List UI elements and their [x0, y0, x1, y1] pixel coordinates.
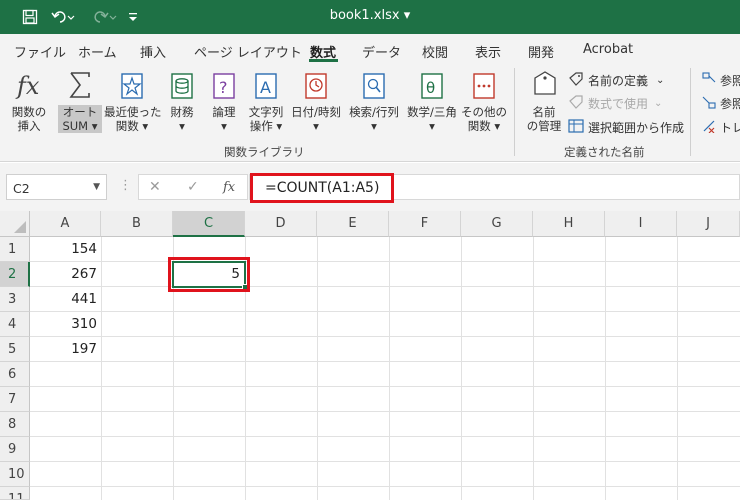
logic-icon: ? [206, 68, 242, 105]
lookup-reference-button[interactable]: 検索/行列 ▾ [346, 68, 402, 133]
sigma-icon [58, 68, 102, 105]
remove-arrows-button[interactable]: トレ [702, 119, 740, 136]
column-header-g[interactable]: G [461, 211, 533, 237]
finance-icon [164, 68, 200, 105]
recently-used-button[interactable]: 最近使った 関数 ▾ [104, 68, 162, 133]
tag-icon [522, 68, 566, 105]
file-name: book1.xlsx [329, 8, 400, 23]
row-header-7[interactable]: 7 [0, 387, 30, 412]
svg-text:θ: θ [426, 79, 435, 97]
row-header-5[interactable]: 5 [0, 337, 30, 362]
column-header-h[interactable]: H [533, 211, 605, 237]
cancel-icon[interactable]: ✕ [149, 179, 161, 195]
logical-button[interactable]: ? 論理 ▾ [206, 68, 242, 133]
math-icon: θ [404, 68, 460, 105]
date-time-button[interactable]: 日付/時刻 ▾ [288, 68, 344, 133]
select-all-button[interactable] [0, 211, 30, 237]
column-header-i[interactable]: I [605, 211, 677, 237]
more-functions-button[interactable]: その他の 関数 ▾ [460, 68, 508, 133]
star-icon [104, 68, 160, 105]
cell-a3[interactable]: 441 [30, 287, 101, 312]
column-header-e[interactable]: E [317, 211, 389, 237]
remove-arrows-icon [702, 119, 716, 136]
tab-home[interactable]: ホーム [78, 42, 117, 61]
highlight-box [168, 257, 250, 292]
chevron-down-icon: ⌄ [656, 75, 665, 86]
formula-text[interactable]: =COUNT(A1:A5) [250, 173, 395, 203]
column-header-c[interactable]: C [173, 211, 245, 237]
tab-insert[interactable]: 挿入 [140, 42, 166, 61]
column-header-f[interactable]: F [389, 211, 461, 237]
text-functions-button[interactable]: A 文字列 操作 ▾ [244, 68, 288, 133]
row-header-3[interactable]: 3 [0, 287, 30, 312]
group-divider [690, 68, 691, 156]
group-divider [514, 68, 515, 156]
define-name-button[interactable]: 名前の定義 ⌄ [568, 72, 664, 89]
row-header-1[interactable]: 1 [0, 237, 30, 262]
ribbon: fx 関数の 挿入 オート SUM ▾ 最近使った 関数 ▾ 財務 ▾ ? 論理… [0, 64, 740, 162]
row-header-11[interactable]: 11 [0, 487, 30, 500]
row-header-8[interactable]: 8 [0, 412, 30, 437]
trace-precedents-button[interactable]: 参照 [702, 72, 740, 89]
window-title[interactable]: book1.xlsx ▾ [0, 8, 740, 23]
formula-buttons: ✕ ✓ fx [138, 174, 248, 200]
chevron-down-icon: ⌄ [654, 98, 663, 109]
enter-icon[interactable]: ✓ [187, 179, 199, 195]
trace-dependents-button[interactable]: 参照 [702, 95, 740, 112]
column-header-d[interactable]: D [245, 211, 317, 237]
fx-icon: fx [8, 68, 50, 105]
trace-dependents-icon [702, 95, 716, 112]
tag-icon [568, 72, 584, 89]
more-functions-icon [460, 68, 508, 105]
row-header-10[interactable]: 10 [0, 462, 30, 487]
active-tab-indicator [309, 59, 338, 62]
tab-review[interactable]: 校閲 [422, 42, 448, 61]
function-library-group-label: 関数ライブラリ [224, 145, 305, 159]
trace-precedents-icon [702, 72, 716, 89]
financial-button[interactable]: 財務 ▾ [164, 68, 200, 133]
lookup-icon [346, 68, 402, 105]
chevron-down-icon: ▾ [403, 8, 411, 23]
math-trig-button[interactable]: θ 数学/三角 ▾ [404, 68, 460, 133]
row-header-2[interactable]: 2 [0, 262, 30, 287]
tab-view[interactable]: 表示 [475, 42, 501, 61]
tab-acrobat[interactable]: Acrobat [583, 42, 633, 57]
column-header-b[interactable]: B [101, 211, 173, 237]
text-icon: A [244, 68, 288, 105]
formula-bar-resize-handle[interactable]: ⋮ [119, 178, 132, 193]
tag-icon [568, 95, 584, 112]
autosum-button[interactable]: オート SUM ▾ [58, 68, 102, 133]
use-in-formula-button[interactable]: 数式で使用 ⌄ [568, 95, 662, 112]
cell-a1[interactable]: 154 [30, 237, 101, 262]
svg-text:?: ? [219, 78, 228, 97]
cell-a5[interactable]: 197 [30, 337, 101, 362]
tab-page-layout[interactable]: ページ レイアウト [194, 42, 302, 61]
ribbon-tabs: ファイル ホーム 挿入 ページ レイアウト 数式 データ 校閲 表示 開発 Ac… [0, 34, 740, 64]
row-header-9[interactable]: 9 [0, 437, 30, 462]
insert-function-icon[interactable]: fx [223, 180, 235, 195]
name-manager-button[interactable]: 名前 の管理 [522, 68, 566, 133]
name-box[interactable]: C2 ▼ [6, 174, 107, 200]
tab-file[interactable]: ファイル [14, 42, 66, 61]
name-box-value: C2 [13, 181, 30, 196]
svg-text:A: A [260, 78, 271, 97]
tab-developer[interactable]: 開発 [528, 42, 554, 61]
column-header-a[interactable]: A [30, 211, 101, 237]
clock-icon [288, 68, 344, 105]
tab-data[interactable]: データ [362, 42, 401, 61]
create-from-selection-icon [568, 119, 584, 136]
row-header-4[interactable]: 4 [0, 312, 30, 337]
cell-a4[interactable]: 310 [30, 312, 101, 337]
worksheet-grid: A B C D E F G H I J 1 2 3 4 5 6 7 8 9 10… [0, 211, 740, 500]
defined-names-group-label: 定義された名前 [564, 145, 645, 159]
formula-bar: C2 ▼ ⋮ ✕ ✓ fx =COUNT(A1:A5) [0, 163, 740, 211]
cell-a2[interactable]: 267 [30, 262, 101, 287]
insert-function-button[interactable]: fx 関数の 挿入 [8, 68, 50, 133]
row-header-6[interactable]: 6 [0, 362, 30, 387]
create-from-selection-button[interactable]: 選択範囲から作成 [568, 119, 684, 136]
title-bar: book1.xlsx ▾ [0, 0, 740, 34]
chevron-down-icon[interactable]: ▼ [93, 182, 100, 192]
column-header-j[interactable]: J [677, 211, 740, 237]
svg-text:fx: fx [15, 72, 40, 100]
